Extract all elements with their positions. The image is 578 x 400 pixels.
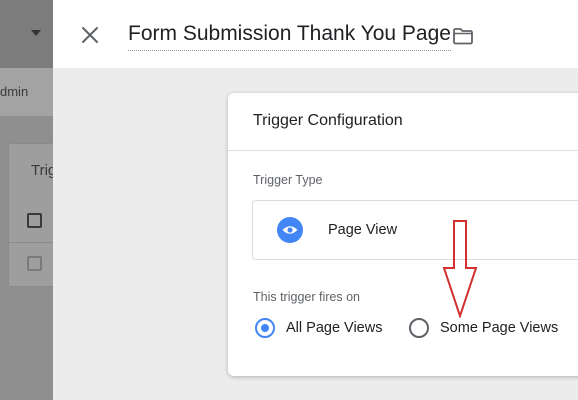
trigger-configuration-card: Trigger Configuration Trigger Type Page … [228, 93, 578, 376]
caret-down-icon [31, 30, 41, 36]
radio-label-some-page-views: Some Page Views [440, 320, 559, 336]
background-checkbox-header [27, 213, 42, 228]
fires-on-label: This trigger fires on [253, 290, 360, 304]
background-app: dmin Trig [0, 0, 53, 400]
radio-label-all-page-views: All Page Views [286, 320, 383, 336]
radio-all-page-views[interactable]: All Page Views [255, 318, 382, 338]
trigger-name-field[interactable]: Form Submission Thank You Page [128, 22, 451, 51]
card-header: Trigger Configuration [228, 93, 578, 151]
background-topbar [0, 0, 53, 68]
background-divider [8, 242, 53, 243]
radio-unselected-icon[interactable] [409, 318, 429, 338]
annotation-arrow-icon [442, 220, 478, 318]
background-trigger-heading: Trig [31, 162, 53, 179]
background-checkbox-row [27, 256, 42, 271]
trigger-type-label: Trigger Type [253, 173, 323, 187]
folder-icon [453, 28, 473, 45]
radio-selected-icon[interactable] [255, 318, 275, 338]
radio-some-page-views[interactable]: Some Page Views [409, 318, 558, 338]
panel-header: Form Submission Thank You Page [53, 0, 578, 68]
close-button[interactable] [79, 24, 101, 46]
close-icon [82, 27, 98, 43]
card-title: Trigger Configuration [253, 112, 403, 129]
trigger-type-selector[interactable]: Page View [252, 200, 578, 260]
background-admin-label: dmin [0, 84, 29, 99]
folder-button[interactable] [451, 24, 475, 48]
trigger-type-name: Page View [328, 222, 398, 238]
eye-icon [277, 217, 303, 243]
trigger-panel: Form Submission Thank You Page Trigger C… [53, 0, 578, 400]
